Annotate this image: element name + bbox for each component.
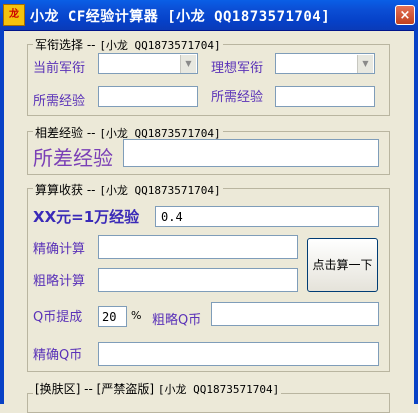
- chevron-down-icon[interactable]: ▼: [357, 55, 373, 73]
- precise-q-coin-label: 精确Q币: [33, 348, 83, 363]
- skin-group-legend-label: [换肤区] -- [严禁盗版]: [35, 382, 155, 396]
- title-bar[interactable]: 龙 小龙 CF经验计算器 [小龙 QQ1873571704] ×: [0, 0, 418, 31]
- percent-unit: %: [131, 309, 142, 322]
- target-rank-label: 理想军衔: [211, 61, 264, 76]
- diff-exp-label: 所差经验: [33, 146, 113, 170]
- required-exp-current-field[interactable]: [98, 86, 198, 107]
- precise-calc-field[interactable]: [98, 235, 298, 259]
- q-coin-rate-field[interactable]: 20: [98, 306, 127, 327]
- required-exp-target-field[interactable]: [275, 86, 375, 107]
- precise-q-coin-field[interactable]: [98, 342, 379, 366]
- close-button[interactable]: ×: [395, 5, 415, 25]
- current-rank-select[interactable]: ▼: [98, 53, 198, 74]
- rate-field[interactable]: 0.4: [155, 206, 379, 227]
- current-rank-label: 当前军衔: [33, 61, 86, 76]
- diff-group-legend-label: 相差经验 --: [35, 126, 96, 140]
- rank-group-legend-label: 军衔选择 --: [35, 38, 96, 52]
- skin-group-legend: [换肤区] -- [严禁盗版] [小龙 QQ1873571704]: [33, 380, 282, 397]
- window-title: 小龙 CF经验计算器 [小龙 QQ1873571704]: [30, 9, 331, 25]
- calc-group-legend-qq: [小龙 QQ1873571704]: [99, 184, 221, 197]
- calc-group-legend: 算算收获 -- [小龙 QQ1873571704]: [33, 181, 223, 198]
- diff-exp-field[interactable]: [123, 139, 379, 167]
- precise-calc-label: 精确计算: [33, 242, 86, 257]
- calc-group-legend-label: 算算收获 --: [35, 183, 96, 197]
- rate-label: XX元=1万经验: [33, 208, 140, 226]
- rough-calc-field[interactable]: [98, 268, 298, 292]
- skin-group-legend-qq: [小龙 QQ1873571704]: [157, 383, 280, 396]
- rough-calc-label: 粗略计算: [33, 274, 86, 289]
- q-coin-rate-label: Q币提成: [33, 310, 83, 325]
- rough-q-coin-field[interactable]: [211, 302, 379, 326]
- calculate-button-label: 点击算一下: [312, 258, 373, 272]
- rank-group-legend: 军衔选择 -- [小龙 QQ1873571704]: [33, 36, 223, 53]
- rank-group-legend-qq: [小龙 QQ1873571704]: [99, 39, 221, 52]
- target-rank-select[interactable]: ▼: [275, 53, 375, 74]
- required-exp-label-current: 所需经验: [33, 94, 86, 109]
- rough-q-coin-label: 粗略Q币: [152, 313, 202, 328]
- chevron-down-icon[interactable]: ▼: [180, 55, 196, 73]
- required-exp-label-target: 所需经验: [211, 90, 264, 105]
- app-icon: 龙: [3, 4, 25, 26]
- calculate-button[interactable]: 点击算一下: [307, 238, 378, 292]
